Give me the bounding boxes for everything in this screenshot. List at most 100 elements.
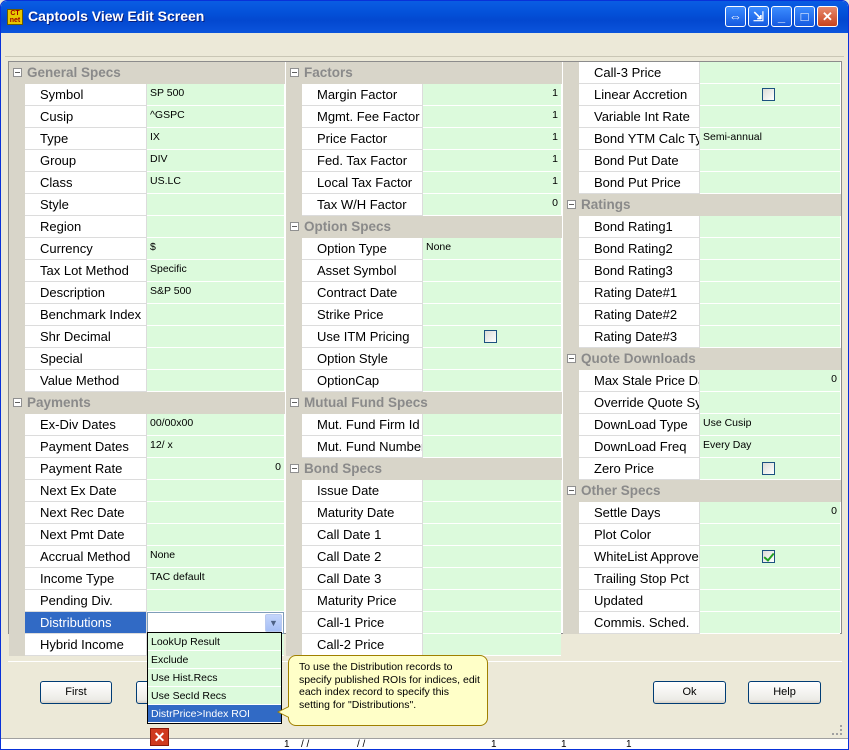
field-row-use-itm-pricing[interactable]: Use ITM Pricing <box>286 326 562 348</box>
field-row-max-stale-price-days[interactable]: Max Stale Price Days0 <box>563 370 841 392</box>
field-row-shr-decimal[interactable]: Shr Decimal <box>9 326 285 348</box>
field-row-trailing-stop-pct[interactable]: Trailing Stop Pct <box>563 568 841 590</box>
field-value-mut-fund-number[interactable] <box>423 436 561 458</box>
section-option-specs[interactable]: Option Specs <box>286 216 562 238</box>
field-value-linear-accretion[interactable] <box>700 84 840 106</box>
field-row-issue-date[interactable]: Issue Date <box>286 480 562 502</box>
field-value-description[interactable]: S&P 500 <box>147 282 284 304</box>
field-row-cusip[interactable]: Cusip ^GSPC <box>9 106 285 128</box>
collapse-icon[interactable] <box>290 68 299 77</box>
field-value-maturity-date[interactable] <box>423 502 561 524</box>
field-value-download-freq[interactable]: Every Day <box>700 436 840 458</box>
field-row-price-factor[interactable]: Price Factor 1 <box>286 128 562 150</box>
field-value-override-quote-symbol[interactable] <box>700 392 840 414</box>
collapse-icon[interactable] <box>567 354 576 363</box>
field-value-payment-rate[interactable]: 0 <box>147 458 284 480</box>
section-other-specs[interactable]: Other Specs <box>563 480 841 502</box>
field-value-maturity-price[interactable] <box>423 590 561 612</box>
dropdown-option-use-secid-recs[interactable]: Use SecId Recs <box>148 687 281 705</box>
section-bond-specs[interactable]: Bond Specs <box>286 458 562 480</box>
field-row-plot-color[interactable]: Plot Color <box>563 524 841 546</box>
field-row-zero-price[interactable]: Zero Price <box>563 458 841 480</box>
field-value-use-itm-pricing[interactable] <box>423 326 561 348</box>
field-row-call-3-price[interactable]: Call-3 Price <box>563 62 841 84</box>
field-row-bond-rating1[interactable]: Bond Rating1 <box>563 216 841 238</box>
close-icon[interactable]: ✕ <box>150 728 169 746</box>
field-value-symbol[interactable]: SP 500 <box>147 84 284 106</box>
field-row-updated[interactable]: Updated <box>563 590 841 612</box>
dropdown-option-lookup-result[interactable]: LookUp Result <box>148 633 281 651</box>
field-value-rating-date-1[interactable] <box>700 282 840 304</box>
field-value-next-rec-date[interactable] <box>147 502 284 524</box>
field-value-max-stale-price-days[interactable]: 0 <box>700 370 840 392</box>
chevron-down-icon[interactable]: ▼ <box>265 614 282 632</box>
field-row-next-rec-date[interactable]: Next Rec Date <box>9 502 285 524</box>
help-button[interactable]: Help <box>748 681 821 704</box>
field-value-benchmark-index[interactable] <box>147 304 284 326</box>
field-value-call-date-3[interactable] <box>423 568 561 590</box>
field-value-price-factor[interactable]: 1 <box>423 128 561 150</box>
field-value-call-2-price[interactable] <box>423 634 561 656</box>
maximize-button[interactable]: □ <box>794 6 815 27</box>
field-value-style[interactable] <box>147 194 284 216</box>
field-row-description[interactable]: Description S&P 500 <box>9 282 285 304</box>
field-value-plot-color[interactable] <box>700 524 840 546</box>
field-value-value-method[interactable] <box>147 370 284 392</box>
collapse-icon[interactable] <box>290 222 299 231</box>
collapse-icon[interactable] <box>290 398 299 407</box>
title-bar[interactable]: CT net Captools View Edit Screen ⇔ ⇲ _ □ … <box>1 1 848 33</box>
checkbox-use-itm-pricing[interactable] <box>484 330 497 343</box>
field-row-strike-price[interactable]: Strike Price <box>286 304 562 326</box>
field-value-currency[interactable]: $ <box>147 238 284 260</box>
field-value-asset-symbol[interactable] <box>423 260 561 282</box>
first-button[interactable]: First <box>40 681 112 704</box>
field-value-trailing-stop-pct[interactable] <box>700 568 840 590</box>
field-value-option-style[interactable] <box>423 348 561 370</box>
field-row-fed-tax-factor[interactable]: Fed. Tax Factor 1 <box>286 150 562 172</box>
field-value-bond-put-price[interactable] <box>700 172 840 194</box>
field-row-bond-rating2[interactable]: Bond Rating2 <box>563 238 841 260</box>
minimize-button[interactable]: _ <box>771 6 792 27</box>
field-value-accrual-method[interactable]: None <box>147 546 284 568</box>
field-row-bond-put-price[interactable]: Bond Put Price <box>563 172 841 194</box>
field-value-download-type[interactable]: Use Cusip <box>700 414 840 436</box>
field-row-tax-w-h-factor[interactable]: Tax W/H Factor 0 <box>286 194 562 216</box>
field-value-class[interactable]: US.LC <box>147 172 284 194</box>
field-value-tax-w-h-factor[interactable]: 0 <box>423 194 561 216</box>
field-row-pending-div[interactable]: Pending Div. <box>9 590 285 612</box>
field-value-special[interactable] <box>147 348 284 370</box>
field-row-income-type[interactable]: Income Type TAC default <box>9 568 285 590</box>
field-row-payment-rate[interactable]: Payment Rate 0 <box>9 458 285 480</box>
field-value-shr-decimal[interactable] <box>147 326 284 348</box>
field-value-call-date-1[interactable] <box>423 524 561 546</box>
field-row-payment-dates[interactable]: Payment Dates 12/ x <box>9 436 285 458</box>
field-row-option-type[interactable]: Option Type None <box>286 238 562 260</box>
field-value-pending-div[interactable] <box>147 590 284 612</box>
export-icon[interactable]: ⇲ <box>748 6 769 27</box>
field-row-option-style[interactable]: Option Style <box>286 348 562 370</box>
field-row-type[interactable]: Type IX <box>9 128 285 150</box>
field-row-optioncap[interactable]: OptionCap <box>286 370 562 392</box>
field-row-next-pmt-date[interactable]: Next Pmt Date <box>9 524 285 546</box>
field-value-contract-date[interactable] <box>423 282 561 304</box>
field-value-strike-price[interactable] <box>423 304 561 326</box>
field-row-rating-date-1[interactable]: Rating Date#1 <box>563 282 841 304</box>
field-row-override-quote-symbol[interactable]: Override Quote Symbol <box>563 392 841 414</box>
field-row-ex-div-dates[interactable]: Ex-Div Dates 00/00x00 <box>9 414 285 436</box>
field-row-tax-lot-method[interactable]: Tax Lot Method Specific <box>9 260 285 282</box>
checkbox-zero-price[interactable] <box>762 462 775 475</box>
field-value-margin-factor[interactable]: 1 <box>423 84 561 106</box>
collapse-icon[interactable] <box>290 464 299 473</box>
field-value-rating-date-3[interactable] <box>700 326 840 348</box>
section-payments[interactable]: Payments <box>9 392 285 414</box>
collapse-icon[interactable] <box>567 486 576 495</box>
field-value-option-type[interactable]: None <box>423 238 561 260</box>
field-row-contract-date[interactable]: Contract Date <box>286 282 562 304</box>
field-value-cusip[interactable]: ^GSPC <box>147 106 284 128</box>
field-row-special[interactable]: Special <box>9 348 285 370</box>
field-value-zero-price[interactable] <box>700 458 840 480</box>
field-value-updated[interactable] <box>700 590 840 612</box>
field-row-region[interactable]: Region <box>9 216 285 238</box>
field-row-rating-date-3[interactable]: Rating Date#3 <box>563 326 841 348</box>
field-row-group[interactable]: Group DIV <box>9 150 285 172</box>
